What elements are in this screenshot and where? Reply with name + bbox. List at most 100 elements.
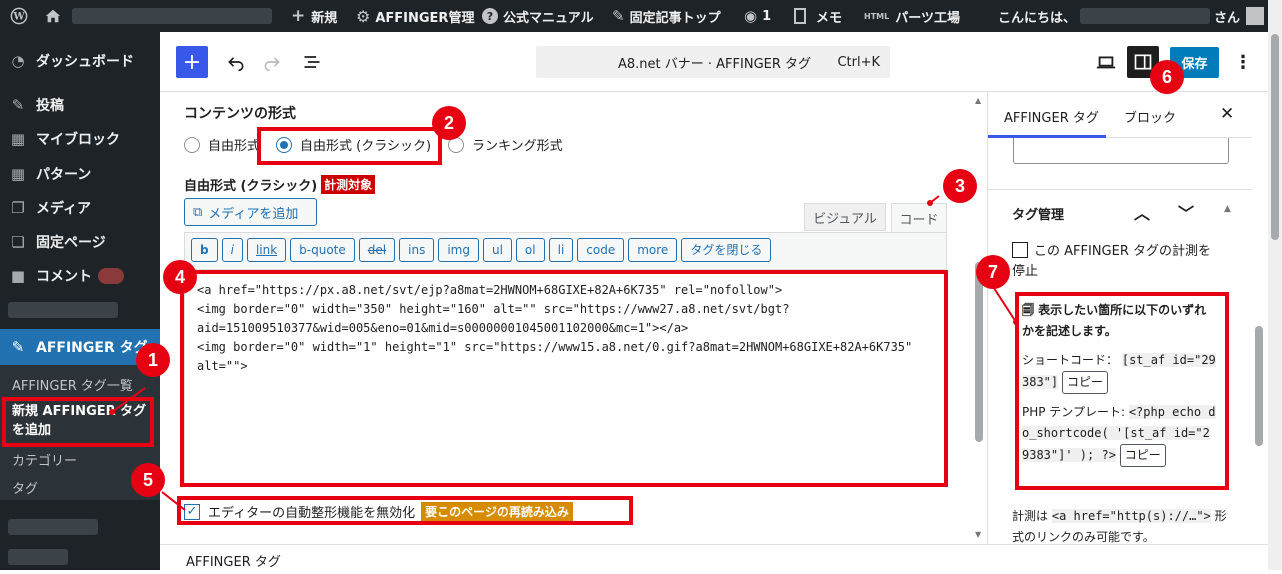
quicktag-more[interactable]: more [628,238,678,262]
tab-block[interactable]: ブロック [1124,107,1176,126]
checkbox-unchecked-icon [1012,242,1028,258]
quicktag-del[interactable]: del [358,238,396,262]
disable-autoformat-option[interactable]: ✓ エディターの自動整形機能を無効化 要このページの再読み込み [184,502,573,521]
radio-unchecked-icon [184,136,200,153]
grid-icon: ▦ [10,165,26,183]
usage-info-box: 🗐 表示したい箇所に以下のいずれかを記述します。 ショートコード： [st_af… [1022,300,1216,467]
chevron-down-icon[interactable]: ﹀ [1178,200,1194,224]
submenu-add-new[interactable]: 新規 AFFINGER タグを追加 [12,402,152,440]
collapse-arrow-icon[interactable]: ▲ [1224,204,1231,214]
quicktag-bold[interactable]: b [191,238,218,262]
sidebar-item-comments[interactable]: ■ コメント [0,259,160,293]
manual-menu[interactable]: ? 公式マニュアル [482,0,594,32]
sidebar-item-dashboard[interactable]: ◔ ダッシュボード [0,44,160,78]
quicktag-link[interactable]: link [246,238,287,262]
settings-sidebar: AFFINGER タグ ブロック ✕ タグ管理 ︿ ﹀ ▲ この AFFINGE… [987,92,1265,544]
sidebar-item-posts[interactable]: ✎ 投稿 [0,88,160,122]
sidebar-item-patterns[interactable]: ▦ パターン [0,157,160,191]
sidebar-item-blurred-3[interactable] [0,540,160,574]
new-label: 新規 [311,10,338,26]
scroll-up-arrow[interactable]: ▲ [975,96,981,105]
media-icon: ❐ [11,199,25,217]
radio-ranking-format[interactable]: ランキング形式 [448,135,563,154]
parts-menu[interactable]: HTML パーツ工場 [864,0,960,32]
home-icon[interactable] [44,0,62,32]
submenu-tag[interactable]: タグ [12,478,38,497]
tab-document[interactable]: AFFINGER タグ [1004,107,1099,126]
scrollbar-thumb[interactable] [975,262,983,442]
site-name-blurred[interactable] [72,0,272,32]
comment-count-badge [98,268,124,284]
reload-required-badge: 要このページの再読み込み [421,502,573,521]
scrollbar-thumb[interactable] [1271,34,1279,240]
sidebar-item-pages[interactable]: ❏ 固定ページ [0,225,160,259]
content-format-title: コンテンツの形式 [184,106,296,122]
quicktag-li[interactable]: li [548,238,574,262]
stop-measure-option[interactable]: この AFFINGER タグの計測を停止 [1012,242,1222,282]
new-content-menu[interactable]: + 新規 [291,0,337,32]
sidebar-item-media[interactable]: ❐ メディア [0,191,160,225]
quicktag-ul[interactable]: ul [482,238,512,262]
shortcode-row: ショートコード： [st_af id="29383"] コピー [1022,350,1216,394]
admin-bar: W + 新規 ⚙ AFFINGER管理 ? 公式マニュアル ✎ 固定記事トップ … [0,0,1282,32]
close-icon[interactable]: ✕ [1220,104,1234,124]
sidebar-item-blurred-2[interactable] [0,510,160,544]
options-menu-icon[interactable]: ⋮ [1230,46,1256,78]
dashboard-icon: ◔ [11,52,25,70]
undo-button[interactable] [220,46,252,78]
radio-free-format[interactable]: 自由形式 [184,135,260,154]
tab-visual[interactable]: ビジュアル [804,203,886,231]
content-scrollbar[interactable]: ▲ ▼ [972,92,986,544]
window-scrollbar[interactable] [1268,0,1282,570]
quicktag-italic[interactable]: i [221,238,243,262]
code-textarea[interactable]: <a href="https://px.a8.net/svt/ejp?a8mat… [184,270,947,484]
code-line: alt=""> [197,359,248,373]
quicktag-close-tags[interactable]: タグを閉じる [681,238,772,262]
annotation-badge-5: 5 [131,463,165,497]
tag-management-title: タグ管理 [1012,208,1065,223]
panel-input-field[interactable] [1013,138,1229,164]
annotation-badge-7: 7 [976,255,1010,289]
code-line: <img border="0" width="350" height="160"… [197,302,790,316]
document-title: A8.net バナー · AFFINGER タグ [618,56,812,72]
submenu-category[interactable]: カテゴリー [12,450,77,469]
sidebar-item-blurred[interactable] [0,293,160,327]
affinger-manage-menu[interactable]: ⚙ AFFINGER管理 [356,0,474,32]
footer-breadcrumb[interactable]: AFFINGER タグ [186,551,281,570]
wordpress-logo-icon[interactable]: W [10,0,28,32]
copy-shortcode-button[interactable]: コピー [1061,371,1108,394]
quicktag-ol[interactable]: ol [515,238,545,262]
quicktag-code[interactable]: code [577,238,625,262]
submenu-affinger-tag-list[interactable]: AFFINGER タグ一覧 [12,375,133,394]
account-menu[interactable]: こんにちは、 さん [998,0,1265,32]
add-media-button[interactable]: ⧉ メディアを追加 [184,198,317,226]
quicktags-toolbar: b i link b-quote del ins img ul ol li code more タグを閉… [184,232,947,270]
memo-menu[interactable]: メモ [794,0,842,32]
chevron-up-icon[interactable]: ︿ [1134,200,1150,224]
document-overview-button[interactable] [296,46,328,78]
sidebar-item-myblocks[interactable]: ▦ マイブロック [0,122,160,156]
tab-code[interactable]: コード [891,203,947,233]
redo-button[interactable] [256,46,288,78]
annotation-badge-4: 4 [163,260,197,294]
annotation-badge-6: 6 [1150,60,1184,94]
code-line: <a href="https://px.a8.net/svt/ejp?a8mat… [197,283,783,297]
sidebar-icon [1134,54,1152,70]
preview-button[interactable] [1090,46,1122,78]
annotation-badge-1: 1 [136,343,170,377]
quicktag-ins[interactable]: ins [399,238,435,262]
block-inserter-plus-button[interactable]: + [176,46,208,78]
scrollbar-thumb[interactable] [1255,326,1263,446]
copy-php-button[interactable]: コピー [1119,444,1166,467]
pin-icon: ✎ [11,338,25,356]
quicktag-img[interactable]: img [438,238,479,262]
fixed-top-menu[interactable]: ✎ 固定記事トップ [612,0,721,32]
document-icon: 🗐 [1022,303,1039,317]
quicktag-bquote[interactable]: b-quote [290,238,355,262]
document-title-bar[interactable]: A8.net バナー · AFFINGER タグ Ctrl+K [536,46,890,78]
views-menu[interactable]: ◉ 1 [744,0,771,32]
radio-classic-format[interactable]: 自由形式 (クラシック) [276,135,431,154]
panel-scrollbar[interactable] [1252,92,1266,544]
gear-icon: ⚙ [356,6,371,26]
scroll-down-arrow[interactable]: ▼ [975,530,981,539]
